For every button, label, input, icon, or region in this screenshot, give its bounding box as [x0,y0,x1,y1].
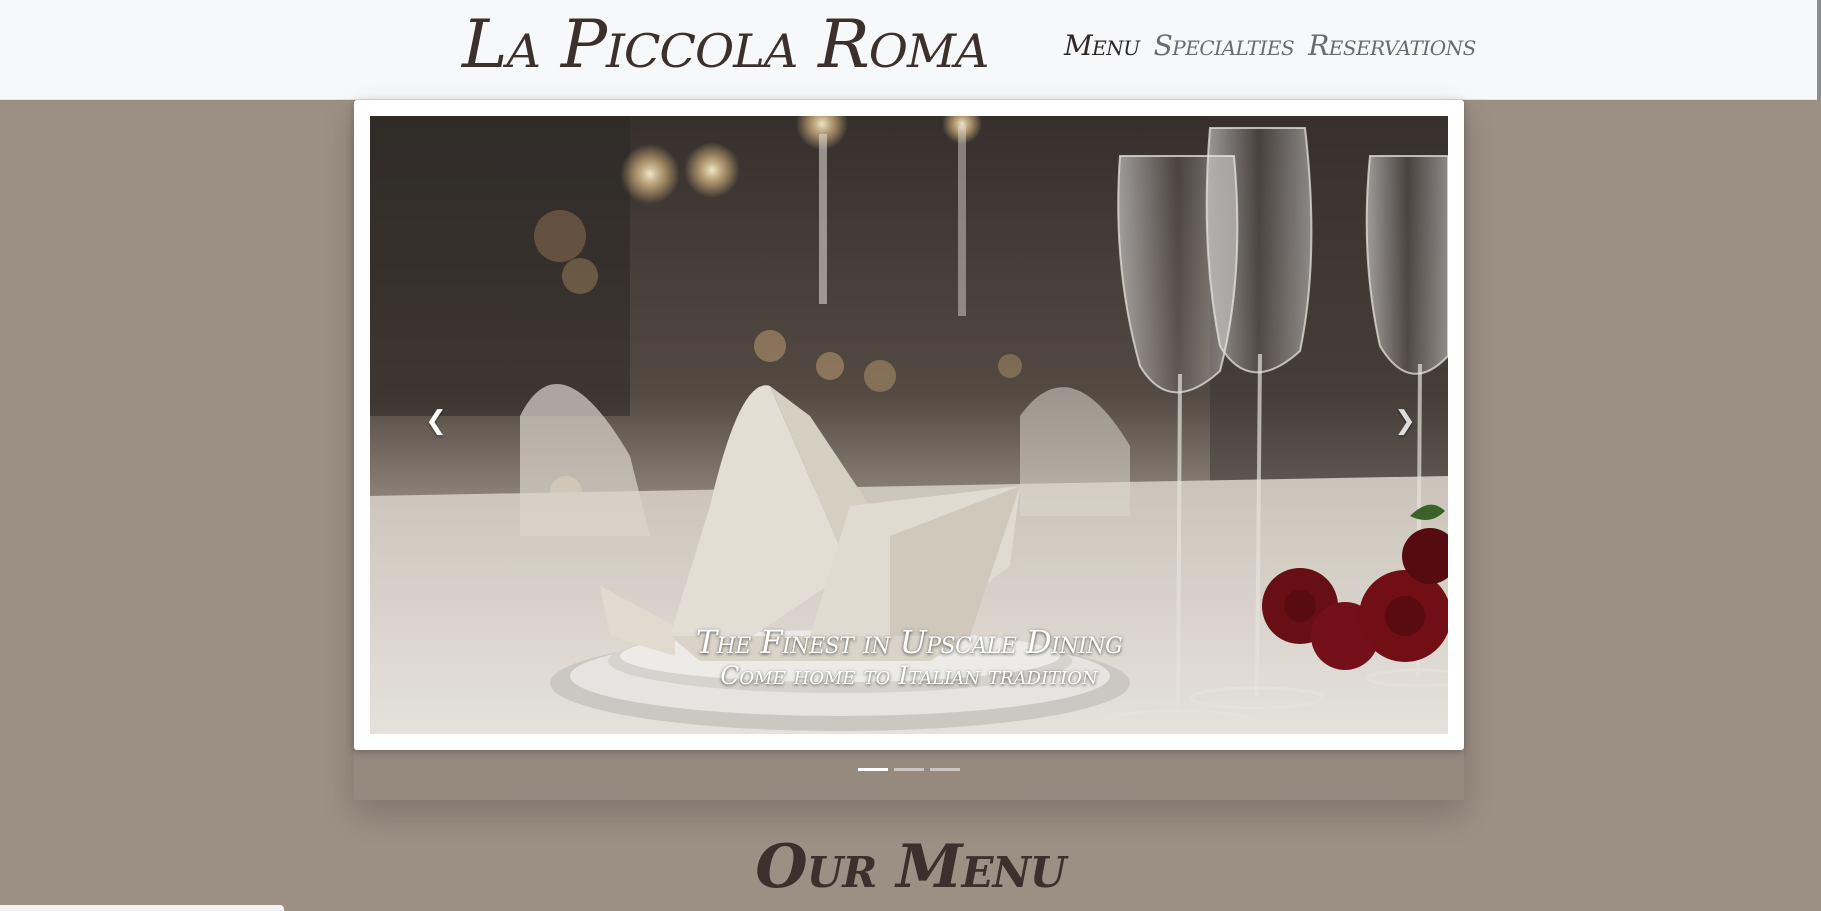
carousel-indicator-1[interactable] [858,768,888,771]
horizontal-scrollbar[interactable] [0,905,284,911]
nav-link-specialties[interactable]: Specialties [1154,28,1295,64]
brand-logo[interactable]: La Piccola Roma [462,0,989,90]
main-nav: Menu Specialties Reservations [1064,28,1476,64]
section-title-our-menu: Our Menu [755,832,1066,902]
carousel-caption-subtitle: Come home to Italian tradition [720,661,1098,690]
hero-carousel: ❮ ❯ The Finest in Upscale Dining Come ho… [354,100,1464,750]
carousel-slide-image: ❮ ❯ The Finest in Upscale Dining Come ho… [370,116,1448,734]
carousel-indicator-2[interactable] [894,768,924,771]
nav-link-reservations[interactable]: Reservations [1308,28,1476,64]
scrollbar[interactable] [1817,0,1821,100]
chevron-left-icon[interactable]: ❮ [421,406,451,436]
navbar: La Piccola Roma Menu Specialties Reserva… [0,0,1821,100]
chevron-right-icon[interactable]: ❯ [1390,406,1420,436]
carousel-indicators [858,768,960,771]
carousel-caption-title: The Finest in Upscale Dining [695,623,1123,661]
nav-link-menu[interactable]: Menu [1064,28,1140,64]
carousel-indicator-3[interactable] [930,768,960,771]
